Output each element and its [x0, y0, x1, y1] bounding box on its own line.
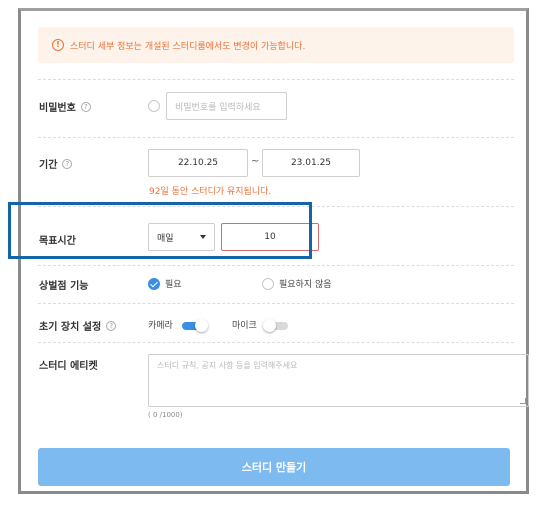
date-separator: ~ [251, 156, 260, 167]
divider [38, 137, 514, 138]
create-study-button[interactable]: 스터디 만들기 [38, 448, 510, 486]
mic-label: 마이크 [232, 321, 257, 331]
device-label: 초기 장치 설정 ? [39, 318, 117, 333]
toggle-knob [263, 319, 276, 332]
help-icon[interactable]: ? [80, 101, 91, 112]
notice-banner: ! 스터디 세부 정보는 개설된 스터디룸에서도 변경이 가능합니다. [38, 27, 514, 63]
password-label: 비밀번호 ? [39, 99, 91, 114]
password-radio[interactable] [148, 100, 160, 112]
start-date-input[interactable]: 22.10.25 [148, 149, 248, 177]
help-icon[interactable]: ? [106, 320, 117, 331]
period-hint: 92일 동안 스터디가 유지됩니다. [149, 187, 272, 197]
notice-text: 스터디 세부 정보는 개설된 스터디룸에서도 변경이 가능합니다. [70, 41, 306, 52]
penalty-not-needed-radio[interactable] [262, 278, 274, 290]
penalty-needed-label: 필요 [165, 280, 182, 290]
help-icon[interactable]: ? [62, 158, 73, 169]
info-icon: ! [52, 39, 64, 51]
etiquette-textarea[interactable]: 스터디 규칙, 공지 사항 등을 입력해주세요 [148, 354, 529, 407]
camera-label: 카메라 [148, 321, 173, 331]
divider [38, 79, 514, 80]
char-counter: ( 0 /1000) [148, 411, 183, 419]
divider [38, 342, 514, 343]
divider [38, 303, 514, 304]
penalty-needed-radio[interactable] [148, 278, 160, 290]
period-label: 기간 ? [39, 156, 73, 171]
penalty-not-needed-label: 필요하지 않음 [279, 280, 332, 290]
toggle-knob [195, 319, 208, 332]
divider [38, 265, 514, 266]
end-date-input[interactable]: 23.01.25 [262, 149, 360, 177]
resize-handle[interactable] [520, 398, 526, 404]
penalty-label: 상벌점 기능 [39, 281, 89, 292]
camera-toggle[interactable] [182, 319, 208, 332]
mic-toggle[interactable] [263, 319, 288, 332]
password-input[interactable]: 비밀번호를 입력하세요 [166, 92, 287, 120]
etiquette-label: 스터디 에티켓 [39, 361, 98, 372]
highlight-box [8, 202, 312, 259]
